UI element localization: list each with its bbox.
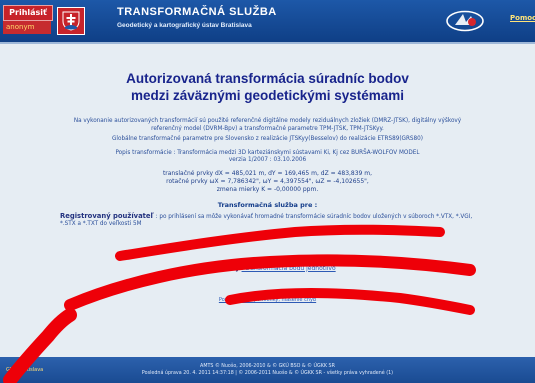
- footer-line1: AMTS © Nuošo, 2006-2010 & © GKÚ BSO & © …: [200, 364, 335, 369]
- anonymous-row: Anonymný : transformácia bodu jednotlivo: [20, 263, 515, 274]
- registered-user-label: Registrovaný používateľ: [60, 211, 154, 220]
- footer-left-link[interactable]: GKÚ Bratislava: [6, 367, 43, 374]
- header-bar: Prihlásiť anonym TRANSFORMAČNÁ SLUŽBA Ge…: [0, 0, 535, 44]
- user-label: anonym: [3, 21, 51, 34]
- gis-logo: [445, 10, 485, 32]
- params-line1: dX = 485,021 m, dY = 169,465 m, dZ = 483…: [214, 169, 373, 177]
- login-button[interactable]: Prihlásiť: [3, 5, 53, 21]
- notes-row: Poznámky, pripomienky, hlásenie chýb: [20, 297, 515, 305]
- slovak-coat-of-arms-icon: [57, 7, 85, 35]
- registered-user-row: Registrovaný používateľ : po prihlásení …: [20, 211, 515, 229]
- intro-text: Na vykonanie autorizovaných transformáci…: [73, 118, 462, 132]
- app-title: TRANSFORMAČNÁ SLUŽBA: [117, 6, 277, 18]
- help-link[interactable]: Pomoc: [510, 14, 535, 22]
- page-title-line2: medzi záväznými geodetickými systémami: [130, 88, 405, 103]
- footer-line2: Posledná úprava 20. 4. 2011 14:37:18 | ©…: [141, 371, 394, 376]
- browser-frame: Prihlásiť anonym TRANSFORMAČNÁ SLUŽBA Ge…: [0, 0, 535, 383]
- global-params-text: Globálne transformačné parametre pre Slo…: [112, 136, 423, 142]
- main-content: Autorizovaná transformácia súradníc bodo…: [20, 60, 515, 355]
- anonymous-transform-link[interactable]: : transformácia bodu jednotlivo: [242, 265, 336, 272]
- params-line2-prefix: rotačné prvky: [166, 177, 208, 185]
- params-line1-prefix: translačné prvky: [162, 169, 214, 177]
- login-area: Prihlásiť anonym: [3, 5, 53, 35]
- description-line2: verzia 1/2007 : 03.10.2006: [228, 157, 307, 163]
- description-line1: Popis transformácie : Transformácia medz…: [115, 149, 420, 156]
- service-for-title: Transformačná služba pre :: [217, 200, 318, 209]
- app-subtitle: Geodetický a kartografický ústav Bratisl…: [117, 22, 252, 29]
- params-line2: ωX = 7,786342", ωY = 4,397554", ωZ = -4,…: [209, 177, 369, 185]
- footer-bar: GKÚ Bratislava AMTS © Nuošo, 2006-2010 &…: [0, 357, 535, 383]
- transform-params: translačné prvky dX = 485,021 m, dY = 16…: [20, 170, 515, 194]
- anonymous-label: Anonymný: [199, 263, 240, 272]
- notes-link[interactable]: Poznámky, pripomienky, hlásenie chýb: [219, 297, 316, 303]
- page-title-line1: Autorizovaná transformácia súradníc bodo…: [126, 71, 409, 86]
- params-line3: zmena mierky K = -0,00000 ppm.: [216, 185, 319, 193]
